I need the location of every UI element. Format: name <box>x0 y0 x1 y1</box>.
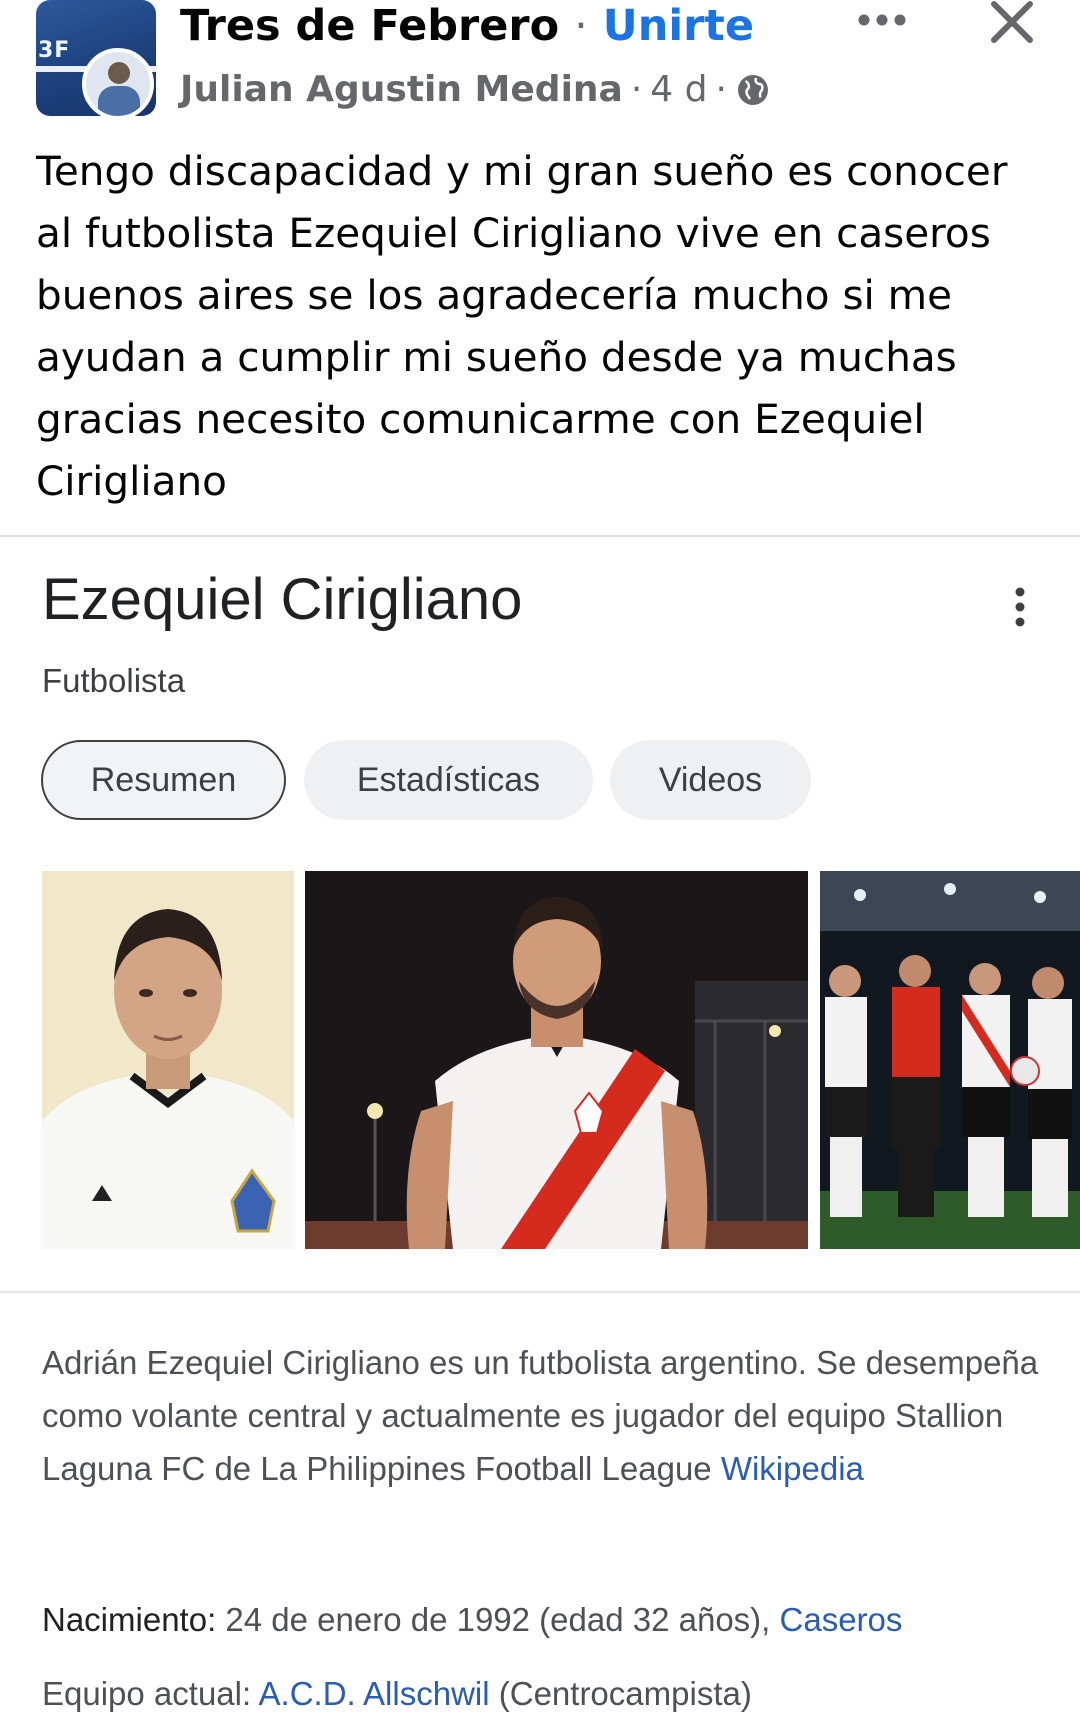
separator-dot: · <box>630 69 643 110</box>
knowledge-panel-subtitle: Futbolista <box>42 662 186 699</box>
more-vertical-icon <box>1015 587 1025 627</box>
more-horizontal-icon <box>858 14 906 26</box>
globe-icon <box>737 75 768 105</box>
group-name-link[interactable]: Tres de Febrero <box>180 1 559 51</box>
more-options-button[interactable] <box>850 0 914 40</box>
post-divider <box>0 535 1080 537</box>
post-body-text: Tengo discapacidad y mi gran sueño es co… <box>36 147 1008 505</box>
author-avatar[interactable] <box>82 48 154 120</box>
panel-menu-button[interactable] <box>1004 582 1036 632</box>
current-team-link[interactable]: A.C.D. Allschwil <box>259 1675 490 1712</box>
close-button[interactable] <box>990 0 1046 48</box>
panel-divider <box>0 1291 1080 1293</box>
fact-birth: Nacimiento: 24 de enero de 1992 (edad 32… <box>42 1594 902 1646</box>
fact-label-team: Equipo actual: <box>42 1675 252 1712</box>
fact-label-birth: Nacimiento: <box>42 1601 217 1638</box>
avatar-body <box>98 86 140 116</box>
fact-value-team-position: (Centrocampista) <box>498 1675 752 1712</box>
description-text: Adrián Ezequiel Cirigliano es un futboli… <box>42 1344 1039 1487</box>
post-header-title: Tres de Febrero · Unirte <box>180 0 754 52</box>
separator-dot: · <box>715 69 727 110</box>
player-photo-portrait[interactable] <box>42 871 294 1249</box>
avatar-head <box>108 62 130 84</box>
post-timestamp[interactable]: 4 d <box>650 66 707 114</box>
post-meta: Julian Agustin Medina · 4 d · <box>180 66 771 114</box>
tab-resumen[interactable]: Resumen <box>41 740 286 820</box>
knowledge-panel-description: Adrián Ezequiel Cirigliano es un futboli… <box>42 1336 1042 1495</box>
tab-estadisticas[interactable]: Estadísticas <box>304 740 593 820</box>
knowledge-panel-title: Ezequiel Cirigliano <box>42 567 523 632</box>
player-photo-river[interactable] <box>305 871 808 1249</box>
fact-team: Equipo actual: A.C.D. Allschwil (Centroc… <box>42 1668 752 1720</box>
wikipedia-link[interactable]: Wikipedia <box>721 1450 864 1487</box>
close-icon <box>991 1 1033 43</box>
fact-value-birth: 24 de enero de 1992 (edad 32 años), <box>225 1601 771 1638</box>
birthplace-link[interactable]: Caseros <box>780 1601 903 1638</box>
author-name-link[interactable]: Julian Agustin Medina <box>180 66 623 114</box>
group-avatar-logo: 3F <box>38 38 71 63</box>
team-celebration-photo[interactable] <box>820 871 1080 1249</box>
separator-dot: · <box>574 1 588 51</box>
join-group-button[interactable]: Unirte <box>603 1 754 51</box>
tab-videos[interactable]: Videos <box>610 740 811 820</box>
